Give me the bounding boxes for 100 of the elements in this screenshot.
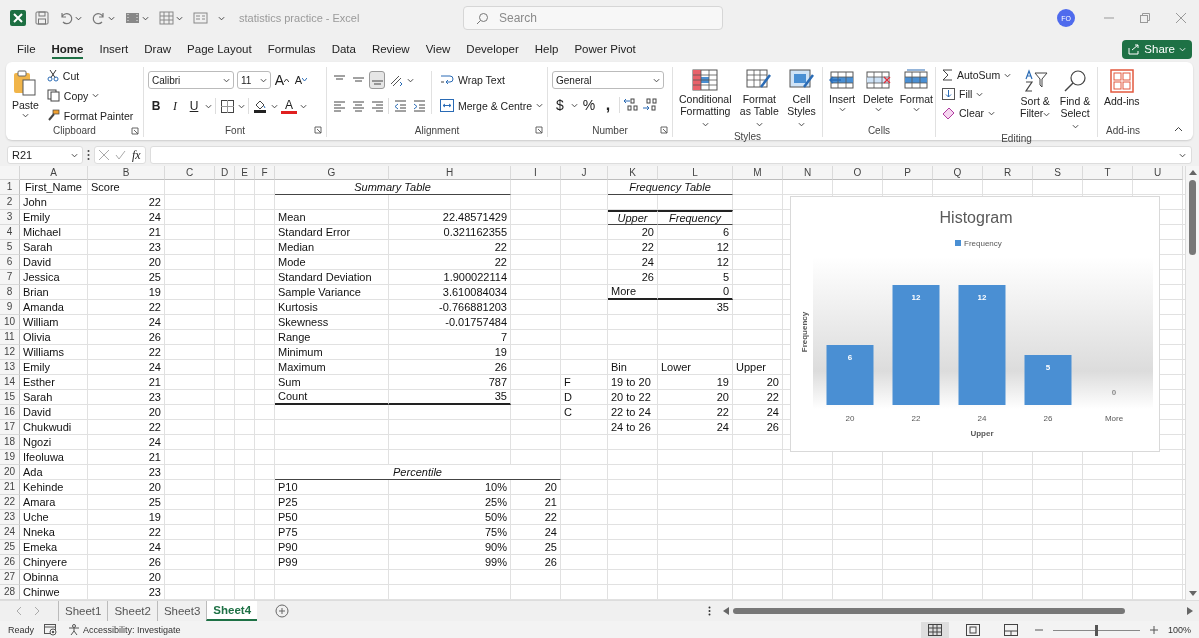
number-format-dropdown[interactable]: General	[552, 71, 664, 89]
cells-button[interactable]: Insert	[827, 67, 858, 114]
row-header[interactable]: 23	[0, 510, 20, 525]
sort-filter-button[interactable]: Sort & Filter	[1017, 67, 1054, 121]
row-header[interactable]: 24	[0, 525, 20, 540]
row-header[interactable]: 3	[0, 210, 20, 225]
fill-button[interactable]: Fill	[940, 86, 1014, 102]
row-header[interactable]: 19	[0, 450, 20, 465]
borders-button[interactable]	[219, 97, 235, 115]
cancel-button[interactable]	[99, 150, 109, 160]
bold-button[interactable]: B	[148, 97, 164, 115]
font-name-dropdown[interactable]: Calibri	[148, 71, 234, 89]
more-options-icon[interactable]	[708, 606, 711, 616]
column-header[interactable]: S	[1033, 166, 1083, 180]
row-header[interactable]: 15	[0, 390, 20, 405]
scroll-right-icon[interactable]	[1187, 607, 1193, 615]
menu-tab[interactable]: Developer	[458, 39, 527, 59]
column-header[interactable]: Q	[933, 166, 983, 180]
row-header[interactable]: 21	[0, 480, 20, 495]
search-input[interactable]: Search	[497, 10, 701, 26]
row-header[interactable]: 28	[0, 585, 20, 600]
paste-button[interactable]: Paste	[10, 67, 41, 120]
row-header[interactable]: 26	[0, 555, 20, 570]
scroll-thumb[interactable]	[733, 608, 1125, 614]
copy-button[interactable]: Copy	[44, 87, 136, 104]
italic-button[interactable]: I	[167, 97, 183, 115]
increase-decimal-button[interactable]	[623, 96, 639, 114]
row-header[interactable]: 10	[0, 315, 20, 330]
row-header[interactable]: 13	[0, 360, 20, 375]
sheet-tab[interactable]: Sheet4	[206, 601, 258, 621]
cell-styles-button[interactable]: Cell Styles	[785, 67, 818, 131]
row-header[interactable]: 22	[0, 495, 20, 510]
row-header[interactable]: 27	[0, 570, 20, 585]
currency-button[interactable]: $	[552, 96, 568, 114]
row-header[interactable]: 14	[0, 375, 20, 390]
font-size-dropdown[interactable]: 11	[237, 71, 271, 89]
scroll-left-icon[interactable]	[723, 607, 729, 615]
bar[interactable]	[826, 345, 874, 405]
menu-tab[interactable]: Insert	[91, 39, 137, 59]
percent-button[interactable]: %	[581, 96, 597, 114]
vertical-scrollbar[interactable]	[1185, 166, 1199, 600]
row-header[interactable]: 4	[0, 225, 20, 240]
save-button[interactable]	[33, 9, 51, 27]
column-header[interactable]: F	[255, 166, 275, 180]
column-header[interactable]: P	[883, 166, 933, 180]
view-button[interactable]	[920, 622, 949, 638]
row-header[interactable]: 8	[0, 285, 20, 300]
enter-button[interactable]	[115, 150, 126, 160]
add-ins-button[interactable]: Add-ins	[1102, 67, 1142, 109]
row-header[interactable]: 20	[0, 465, 20, 480]
dialog-launcher-icon[interactable]	[314, 126, 322, 134]
comma-style-button[interactable]: ,	[600, 96, 616, 114]
dialog-launcher-icon[interactable]	[660, 126, 668, 134]
column-header[interactable]: E	[235, 166, 255, 180]
row-header[interactable]: 7	[0, 270, 20, 285]
row-header[interactable]: 12	[0, 345, 20, 360]
row-header[interactable]: 5	[0, 240, 20, 255]
menu-tab[interactable]: Draw	[136, 39, 180, 59]
zoom-in-icon[interactable]	[1149, 626, 1158, 634]
format-painter-button[interactable]: Format Painter	[44, 107, 136, 124]
formula-field[interactable]	[149, 146, 1192, 164]
grid-button[interactable]	[157, 9, 185, 27]
dialog-launcher-icon[interactable]	[131, 127, 139, 135]
column-header[interactable]: M	[733, 166, 783, 180]
wrap-text-button[interactable]: Wrap Text	[438, 71, 546, 88]
row-header[interactable]: 1	[0, 180, 20, 195]
row-header[interactable]: 18	[0, 435, 20, 450]
scroll-thumb[interactable]	[1189, 180, 1196, 255]
grow-font-button[interactable]: A	[274, 71, 290, 89]
insert-function-button[interactable]: fx	[132, 147, 141, 163]
cells-button[interactable]: Format	[899, 67, 934, 114]
column-header[interactable]: I	[511, 166, 561, 180]
row-header[interactable]: 2	[0, 195, 20, 210]
menu-tab[interactable]: Data	[323, 39, 364, 59]
autosum-button[interactable]: AutoSum	[940, 67, 1014, 83]
add-sheet-button[interactable]	[275, 604, 290, 618]
decrease-decimal-button[interactable]	[642, 96, 658, 114]
chart[interactable]: Histogram Frequency Frequency 6 20 12 22 12 24 5 26 0 More Upper	[790, 196, 1160, 452]
column-header[interactable]: D	[215, 166, 235, 180]
previous-sheet-icon[interactable]	[16, 607, 22, 615]
column-header[interactable]: J	[561, 166, 608, 180]
row-header[interactable]: 25	[0, 540, 20, 555]
menu-tab[interactable]: File	[9, 39, 44, 59]
find-select-button[interactable]: Find & Select	[1057, 67, 1093, 133]
zoom-level[interactable]: 100%	[1167, 625, 1191, 635]
merge-centre-button[interactable]: Merge & Centre	[438, 97, 546, 114]
format-as-table-button[interactable]: Format as Table	[737, 67, 782, 131]
spreadsheet-grid[interactable]	[0, 166, 1185, 600]
accessibility-button[interactable]: Accessibility: Investigate	[68, 624, 181, 636]
scroll-down-icon[interactable]	[1188, 591, 1197, 597]
row-header[interactable]: 16	[0, 405, 20, 420]
menu-tab[interactable]: Help	[526, 39, 567, 59]
row-header[interactable]: 9	[0, 300, 20, 315]
column-header[interactable]: U	[1133, 166, 1183, 180]
menu-tab[interactable]: View	[417, 39, 459, 59]
column-header[interactable]: T	[1083, 166, 1133, 180]
font-color-button[interactable]: A	[281, 98, 297, 114]
bar[interactable]	[958, 285, 1006, 405]
clear-button[interactable]: Clear	[940, 105, 1014, 121]
decrease-indent-button[interactable]	[392, 97, 408, 115]
